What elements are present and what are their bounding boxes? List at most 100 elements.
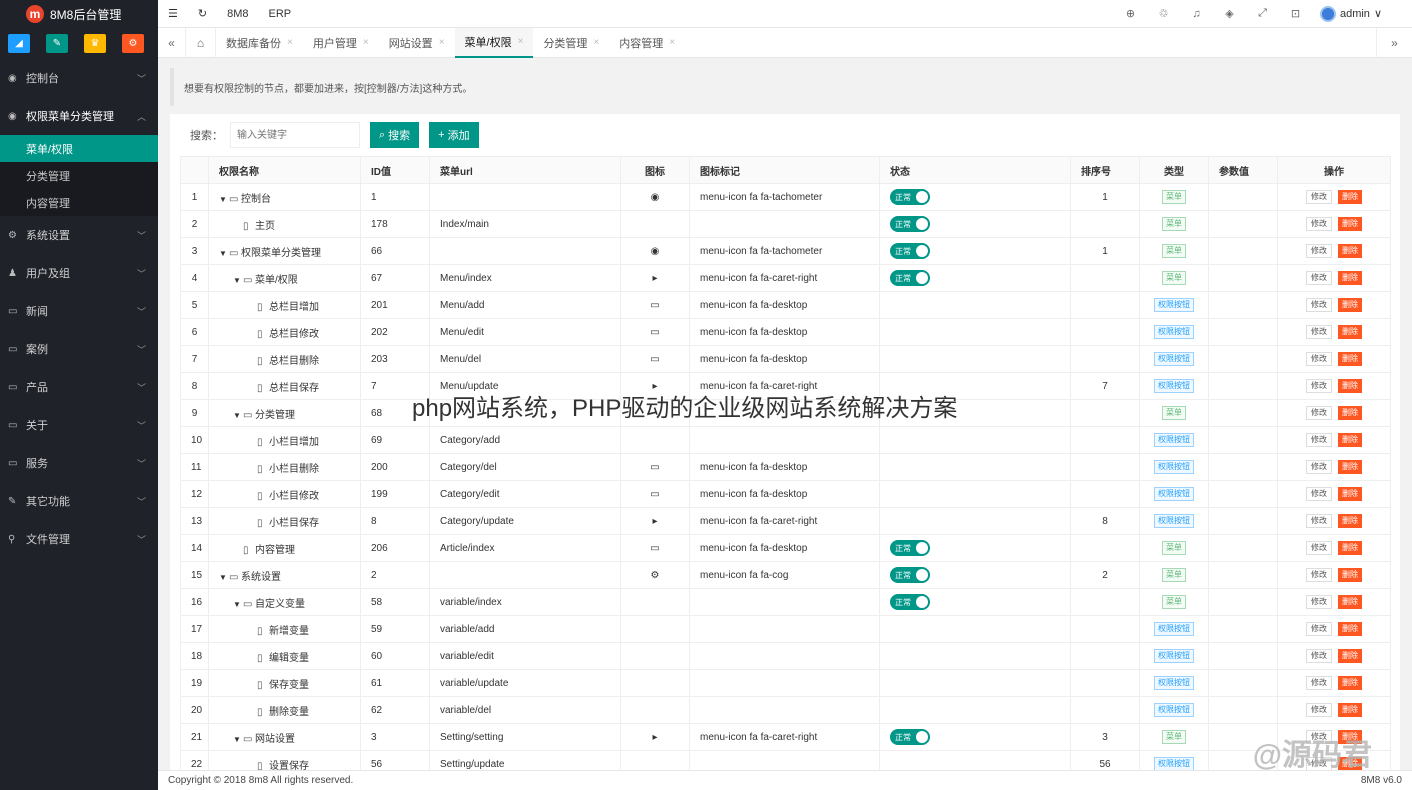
edit-button[interactable]: 修改 <box>1306 406 1332 420</box>
tag-icon[interactable]: ◈ <box>1213 7 1246 20</box>
close-icon[interactable]: × <box>287 37 293 48</box>
sidebar-group[interactable]: ▭ 新闻 ﹀ <box>0 292 158 330</box>
status-switch[interactable]: 正常 <box>890 216 930 232</box>
trash-icon[interactable]: ♲ <box>1147 7 1180 20</box>
sidebar-group[interactable]: ⚲ 文件管理 ﹀ <box>0 520 158 558</box>
refresh-icon[interactable]: ↻ <box>188 7 217 20</box>
caret-down-icon[interactable]: ▼ <box>219 249 229 258</box>
edit-button[interactable]: 修改 <box>1306 298 1332 312</box>
close-icon[interactable]: × <box>439 37 445 48</box>
edit-button[interactable]: 修改 <box>1306 190 1332 204</box>
status-switch[interactable]: 正常 <box>890 189 930 205</box>
pencil-icon[interactable]: ✎ <box>46 34 68 53</box>
edit-button[interactable]: 修改 <box>1306 379 1332 393</box>
edit-button[interactable]: 修改 <box>1306 676 1332 690</box>
caret-down-icon[interactable]: ▼ <box>233 735 243 744</box>
close-icon[interactable]: × <box>669 37 675 48</box>
delete-button[interactable]: 删除 <box>1338 676 1362 690</box>
tab[interactable]: 用户管理 × <box>303 28 379 58</box>
lock-icon[interactable]: ⊡ <box>1279 7 1312 20</box>
tab[interactable]: 数据库备份 × <box>216 28 303 58</box>
sidebar-group[interactable]: ▭ 案例 ﹀ <box>0 330 158 368</box>
tabs-scroll-right-icon[interactable]: » <box>1376 27 1412 58</box>
close-icon[interactable]: × <box>363 37 369 48</box>
edit-button[interactable]: 修改 <box>1306 649 1332 663</box>
user-menu[interactable]: admin ∨ <box>1312 5 1412 22</box>
sidebar-group[interactable]: ▭ 服务 ﹀ <box>0 444 158 482</box>
caret-down-icon[interactable]: ▼ <box>233 411 243 420</box>
cogs-icon[interactable]: ⚙ <box>122 34 144 53</box>
delete-button[interactable]: 删除 <box>1338 406 1362 420</box>
sidebar-group[interactable]: ⚙ 系统设置 ﹀ <box>0 216 158 254</box>
delete-button[interactable]: 删除 <box>1338 460 1362 474</box>
edit-button[interactable]: 修改 <box>1306 433 1332 447</box>
edit-button[interactable]: 修改 <box>1306 244 1332 258</box>
close-icon[interactable]: × <box>518 36 524 47</box>
delete-button[interactable]: 删除 <box>1338 271 1362 285</box>
delete-button[interactable]: 删除 <box>1338 514 1362 528</box>
edit-button[interactable]: 修改 <box>1306 622 1332 636</box>
status-switch[interactable]: 正常 <box>890 594 930 610</box>
delete-button[interactable]: 删除 <box>1338 622 1362 636</box>
sidebar-group[interactable]: ◉ 权限菜单分类管理 ︿ <box>0 97 158 135</box>
globe-icon[interactable]: ⊕ <box>1114 7 1147 20</box>
edit-button[interactable]: 修改 <box>1306 568 1332 582</box>
sidebar-sub-item[interactable]: 菜单/权限 <box>0 135 158 162</box>
tab[interactable]: 网站设置 × <box>379 28 455 58</box>
delete-button[interactable]: 删除 <box>1338 568 1362 582</box>
status-switch[interactable]: 正常 <box>890 270 930 286</box>
edit-button[interactable]: 修改 <box>1306 595 1332 609</box>
status-switch[interactable]: 正常 <box>890 243 930 259</box>
delete-button[interactable]: 删除 <box>1338 433 1362 447</box>
add-button[interactable]: + 添加 <box>429 122 479 148</box>
sidebar-group[interactable]: ♟ 用户及组 ﹀ <box>0 254 158 292</box>
chart-icon[interactable]: ◢ <box>8 34 30 53</box>
sidebar-group[interactable]: ◉ 控制台 ﹀ <box>0 59 158 97</box>
edit-button[interactable]: 修改 <box>1306 325 1332 339</box>
search-input[interactable] <box>230 122 360 148</box>
status-switch[interactable]: 正常 <box>890 729 930 745</box>
delete-button[interactable]: 删除 <box>1338 298 1362 312</box>
delete-button[interactable]: 删除 <box>1338 649 1362 663</box>
delete-button[interactable]: 删除 <box>1338 595 1362 609</box>
delete-button[interactable]: 删除 <box>1338 352 1362 366</box>
tab[interactable]: 分类管理 × <box>533 28 609 58</box>
tabs-scroll-left-icon[interactable]: « <box>158 27 186 58</box>
sidebar-group[interactable]: ▭ 产品 ﹀ <box>0 368 158 406</box>
edit-button[interactable]: 修改 <box>1306 541 1332 555</box>
status-switch[interactable]: 正常 <box>890 567 930 583</box>
sidebar-sub-item[interactable]: 分类管理 <box>0 162 158 189</box>
delete-button[interactable]: 删除 <box>1338 325 1362 339</box>
status-switch[interactable]: 正常 <box>890 540 930 556</box>
sidebar-sub-item[interactable]: 内容管理 <box>0 189 158 216</box>
delete-button[interactable]: 删除 <box>1338 190 1362 204</box>
caret-down-icon[interactable]: ▼ <box>219 195 229 204</box>
header-menu-erp[interactable]: ERP <box>259 8 302 20</box>
tab[interactable]: 菜单/权限 × <box>454 27 534 58</box>
caret-down-icon[interactable]: ▼ <box>233 276 243 285</box>
edit-button[interactable]: 修改 <box>1306 487 1332 501</box>
caret-down-icon[interactable]: ▼ <box>233 600 243 609</box>
menu-toggle-icon[interactable]: ☰ <box>158 7 188 20</box>
delete-button[interactable]: 删除 <box>1338 379 1362 393</box>
sidebar-group[interactable]: ✎ 其它功能 ﹀ <box>0 482 158 520</box>
sidebar-group[interactable]: ▭ 关于 ﹀ <box>0 406 158 444</box>
edit-button[interactable]: 修改 <box>1306 217 1332 231</box>
delete-button[interactable]: 删除 <box>1338 244 1362 258</box>
tab[interactable]: 内容管理 × <box>609 28 685 58</box>
delete-button[interactable]: 删除 <box>1338 487 1362 501</box>
delete-button[interactable]: 删除 <box>1338 217 1362 231</box>
home-tab-icon[interactable]: ⌂ <box>186 27 216 58</box>
caret-down-icon[interactable]: ▼ <box>219 573 229 582</box>
edit-button[interactable]: 修改 <box>1306 460 1332 474</box>
delete-button[interactable]: 删除 <box>1338 541 1362 555</box>
edit-button[interactable]: 修改 <box>1306 703 1332 717</box>
header-menu-8m8[interactable]: 8M8 <box>217 8 258 20</box>
edit-button[interactable]: 修改 <box>1306 271 1332 285</box>
close-icon[interactable]: × <box>593 37 599 48</box>
search-button[interactable]: ⌕ 搜索 <box>370 122 420 148</box>
users-icon[interactable]: ♛ <box>84 34 106 53</box>
edit-button[interactable]: 修改 <box>1306 514 1332 528</box>
delete-button[interactable]: 删除 <box>1338 703 1362 717</box>
bell-icon[interactable]: ♫ <box>1180 8 1213 20</box>
